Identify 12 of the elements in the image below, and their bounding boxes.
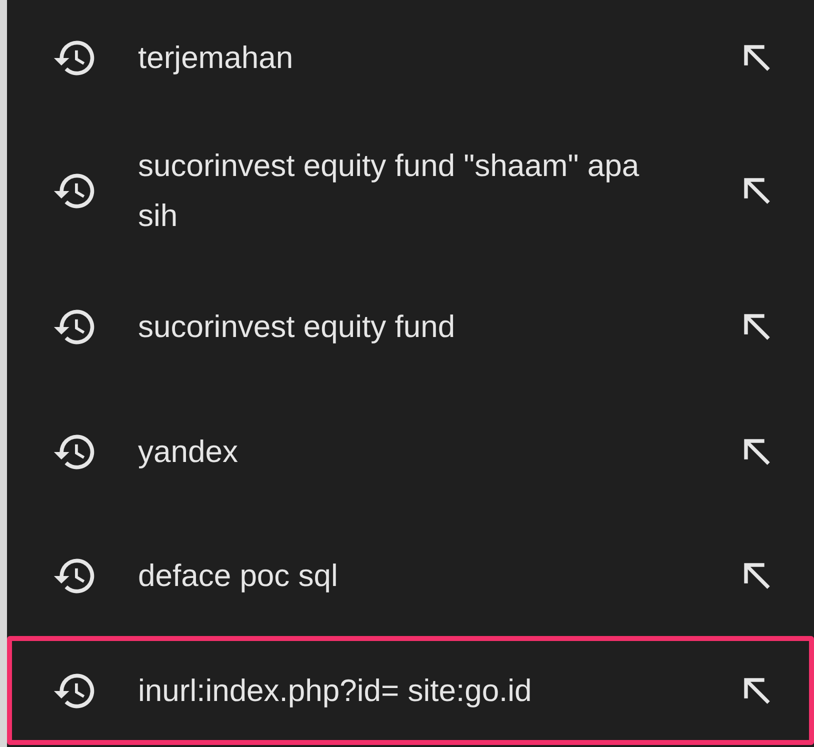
history-item[interactable]: sucorinvest equity fund "shaam" apa sih [7,116,814,266]
search-query: sucorinvest equity fund [138,308,456,346]
history-item[interactable]: sucorinvest equity fund [7,266,814,388]
search-query: inurl:index.php?id= site:go.id [138,672,533,710]
search-query: yandex [138,433,239,471]
history-item[interactable]: yandex [7,388,814,516]
search-query: sucorinvest equity fund "shaam" apa sih [138,147,640,235]
history-item[interactable]: deface poc sql [7,516,814,636]
history-item[interactable]: inurl:index.php?id= site:go.id [7,636,814,745]
search-query: terjemahan [138,39,294,77]
search-query: deface poc sql [138,557,339,595]
history-item[interactable]: terjemahan [7,0,814,116]
